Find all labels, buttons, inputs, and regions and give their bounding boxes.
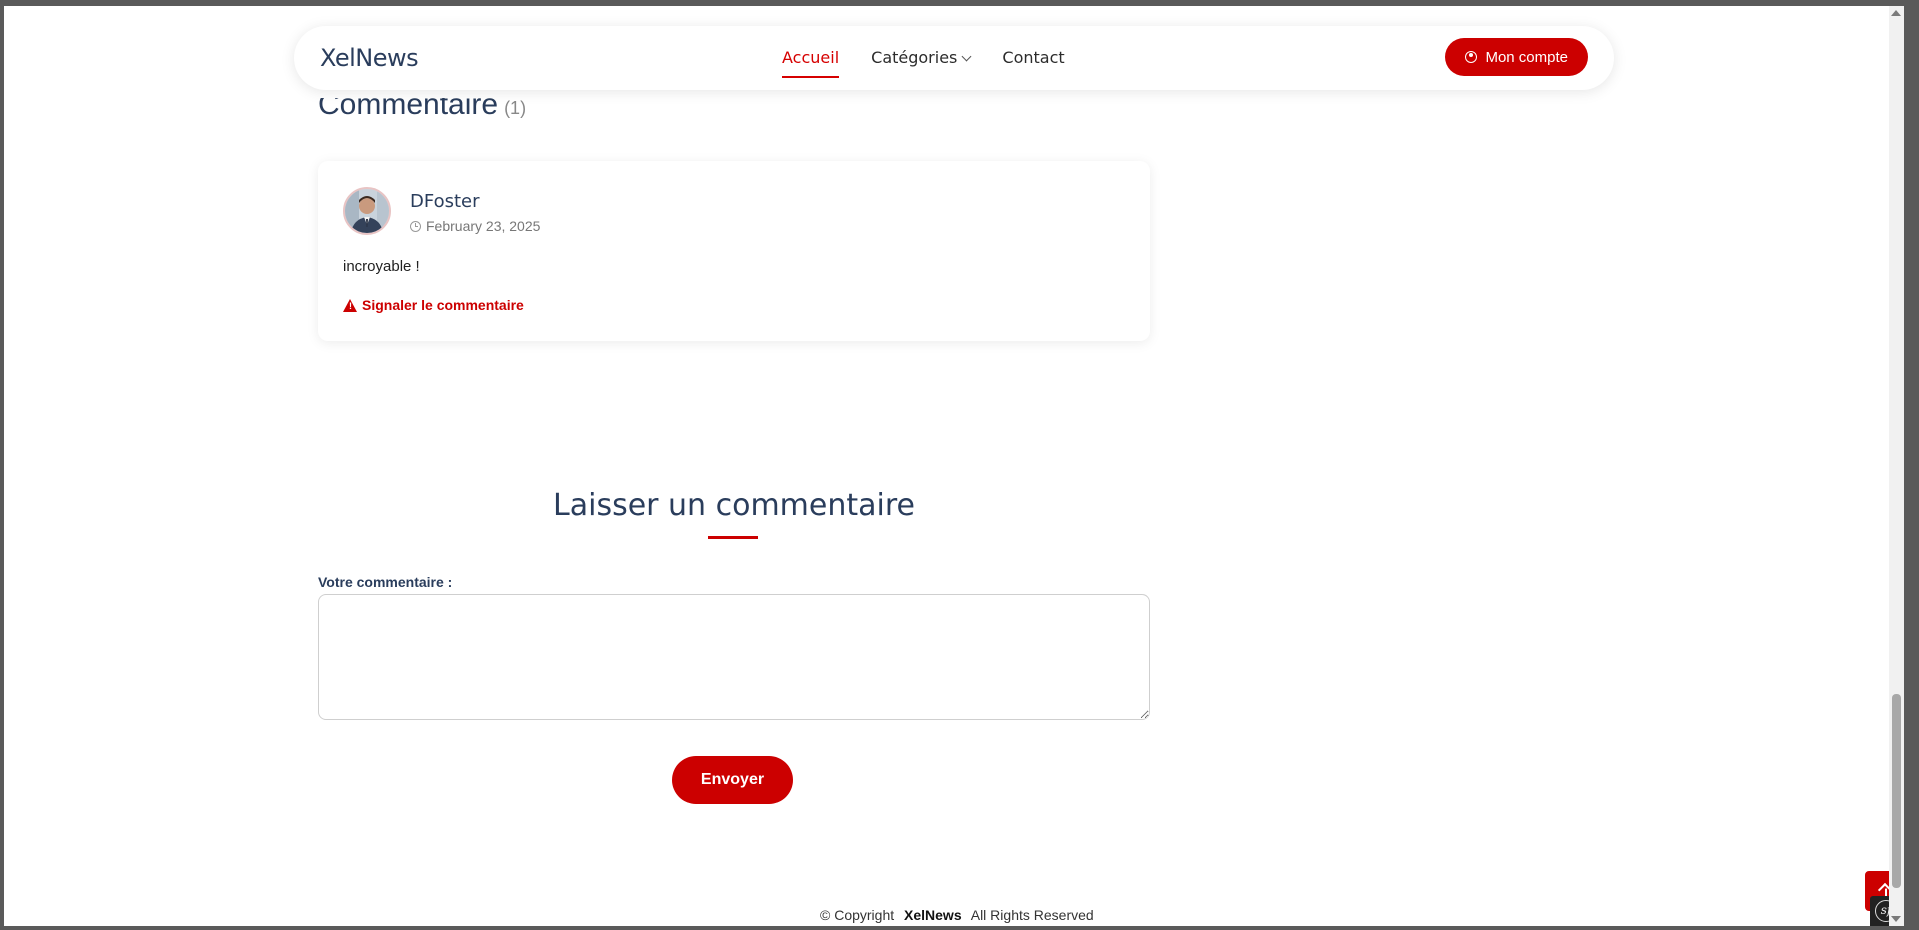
submit-button[interactable]: Envoyer [672,756,793,804]
comment-body: incroyable ! [343,258,420,275]
comment-author: DFoster [410,191,480,212]
footer-brand: XelNews [904,907,962,923]
scroll-up-arrow-icon[interactable] [1891,10,1901,16]
nav-item-label: Contact [1002,48,1065,67]
page-scrollbar[interactable] [1889,6,1904,926]
comment-date-text: February 23, 2025 [426,218,541,234]
report-comment-label: Signaler le commentaire [362,297,524,313]
chevron-down-icon [961,51,972,62]
account-button-label: Mon compte [1485,48,1568,66]
nav-item-label: Catégories [871,48,958,67]
scroll-down-arrow-icon[interactable] [1891,916,1901,922]
clock-icon [410,220,421,232]
footer-copyright: © Copyright [820,907,895,923]
nav-item-categories[interactable]: Catégories [871,48,972,67]
nav-item-contact[interactable]: Contact [1002,48,1064,67]
nav-item-label: Accueil [782,48,840,67]
comments-heading-label: Commentaire [318,88,499,121]
leave-comment-title: Laisser un commentaire [553,488,915,523]
comments-count: (1) [504,98,527,118]
top-navbar: XelNews Accueil Catégories Contact Mon c… [294,26,1614,90]
comments-heading: Commentaire (1) [318,88,527,122]
footer-rights: All Rights Reserved [970,907,1094,923]
main-nav: Accueil Catégories Contact [782,48,1097,78]
browser-viewport: Commentaire (1) XelNews Accueil Catégorie… [4,6,1904,926]
site-logo[interactable]: XelNews [320,44,419,72]
nav-item-accueil[interactable]: Accueil [782,48,840,78]
comment-date: February 23, 2025 [410,218,540,234]
report-comment-link[interactable]: ! Signaler le commentaire [343,297,524,313]
scrollbar-thumb[interactable] [1892,694,1901,888]
comment-card: DFoster February 23, 2025 incroyable ! !… [318,161,1150,341]
warning-triangle-icon: ! [343,298,357,312]
footer: © Copyright XelNews All Rights Reserved [820,907,1094,923]
account-button[interactable]: Mon compte [1445,38,1588,76]
user-circle-icon [1465,51,1478,63]
title-underline [708,536,758,539]
comment-field-label: Votre commentaire : [318,574,453,590]
comment-textarea[interactable] [318,594,1150,720]
avatar [343,187,391,235]
